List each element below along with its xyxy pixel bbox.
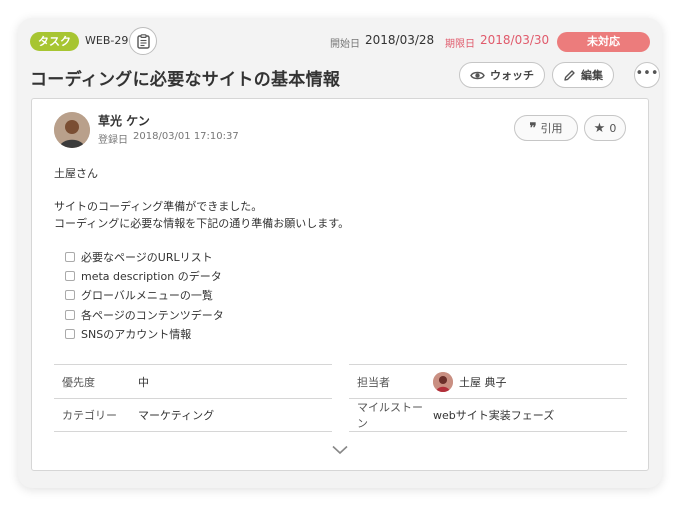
more-options-button[interactable]: ••• bbox=[634, 62, 660, 88]
assignee-avatar bbox=[433, 371, 453, 392]
due-date-value: 2018/03/30 bbox=[480, 33, 550, 47]
properties-left: 優先度 中 カテゴリー マーケティング bbox=[54, 364, 332, 432]
star-icon: ★ bbox=[593, 120, 606, 136]
status-badge[interactable]: 未対応 bbox=[557, 32, 650, 52]
checklist-item[interactable]: SNSのアカウント情報 bbox=[65, 324, 224, 343]
registered-date: 2018/03/01 17:10:37 bbox=[133, 131, 239, 142]
checklist-label: 各ページのコンテンツデータ bbox=[81, 308, 224, 322]
checklist-item[interactable]: 各ページのコンテンツデータ bbox=[65, 305, 224, 324]
priority-value[interactable]: 中 bbox=[138, 374, 149, 390]
assignee-row: 担当者 土屋 典子 bbox=[349, 364, 627, 398]
quote-button[interactable]: ❞ 引用 bbox=[514, 115, 578, 141]
chevron-down-icon[interactable] bbox=[332, 445, 348, 455]
checklist-label: meta description のデータ bbox=[81, 269, 222, 283]
quote-icon: ❞ bbox=[529, 120, 537, 136]
category-row: カテゴリー マーケティング bbox=[54, 398, 332, 432]
issue-header: タスク WEB-29 開始日 2018/03/28 期限日 2018/03/30… bbox=[30, 27, 650, 55]
issue-description-panel: 草光 ケン 登録日 2018/03/01 17:10:37 ❞ 引用 ★ 0 土… bbox=[31, 98, 649, 471]
issue-card: タスク WEB-29 開始日 2018/03/28 期限日 2018/03/30… bbox=[18, 18, 662, 488]
body-line-1: サイトのコーディング準備ができました。 bbox=[54, 200, 263, 213]
copy-key-button[interactable] bbox=[129, 27, 157, 55]
checklist-item[interactable]: 必要なページのURLリスト bbox=[65, 247, 224, 266]
checkbox[interactable] bbox=[65, 270, 75, 281]
edit-button[interactable]: 編集 bbox=[552, 62, 614, 88]
checklist: 必要なページのURLリスト meta description のデータ グローバ… bbox=[65, 247, 224, 343]
watch-label: ウォッチ bbox=[490, 69, 534, 82]
milestone-label: マイルストーン bbox=[357, 401, 423, 430]
category-label: カテゴリー bbox=[62, 409, 117, 422]
due-date-label: 期限日 bbox=[445, 39, 475, 50]
quote-label: 引用 bbox=[540, 122, 563, 135]
priority-row: 優先度 中 bbox=[54, 364, 332, 398]
assignee-label: 担当者 bbox=[357, 375, 390, 389]
watch-button[interactable]: ウォッチ bbox=[459, 62, 545, 88]
checklist-label: SNSのアカウント情報 bbox=[81, 327, 192, 341]
issue-key: WEB-29 bbox=[85, 34, 129, 47]
body-line-2: コーディングに必要な情報を下記の通り準備お願いします。 bbox=[54, 217, 350, 230]
issue-title: コーディングに必要なサイトの基本情報 bbox=[30, 70, 341, 90]
properties-right: 担当者 土屋 典子 マイルストーン webサイト実装フェーズ bbox=[349, 364, 627, 432]
clipboard-icon bbox=[136, 33, 150, 49]
milestone-row: マイルストーン webサイト実装フェーズ bbox=[349, 398, 627, 432]
greeting-text: 土屋さん bbox=[54, 167, 98, 180]
category-value[interactable]: マーケティング bbox=[138, 407, 214, 423]
registered-label: 登録日 bbox=[98, 135, 128, 146]
author-avatar[interactable] bbox=[54, 112, 90, 148]
checkbox[interactable] bbox=[65, 290, 75, 301]
priority-label: 優先度 bbox=[62, 375, 95, 389]
checkbox[interactable] bbox=[65, 251, 75, 262]
checkbox[interactable] bbox=[65, 309, 75, 320]
checklist-label: グローバルメニューの一覧 bbox=[81, 289, 213, 303]
start-date-value: 2018/03/28 bbox=[365, 33, 435, 47]
pencil-icon bbox=[564, 69, 575, 81]
checklist-item[interactable]: meta description のデータ bbox=[65, 266, 224, 285]
milestone-value[interactable]: webサイト実装フェーズ bbox=[433, 407, 554, 423]
issue-type-badge[interactable]: タスク bbox=[30, 32, 79, 51]
checklist-item[interactable]: グローバルメニューの一覧 bbox=[65, 286, 224, 305]
star-button[interactable]: ★ 0 bbox=[584, 115, 626, 141]
checklist-label: 必要なページのURLリスト bbox=[81, 250, 213, 264]
eye-icon bbox=[470, 71, 485, 79]
author-name: 草光 ケン bbox=[98, 114, 150, 128]
start-date-label: 開始日 bbox=[330, 39, 360, 50]
assignee-value[interactable]: 土屋 典子 bbox=[433, 371, 507, 392]
assignee-name: 土屋 典子 bbox=[459, 375, 507, 389]
checkbox[interactable] bbox=[65, 328, 75, 339]
edit-label: 編集 bbox=[581, 69, 603, 82]
star-count: 0 bbox=[609, 121, 617, 135]
